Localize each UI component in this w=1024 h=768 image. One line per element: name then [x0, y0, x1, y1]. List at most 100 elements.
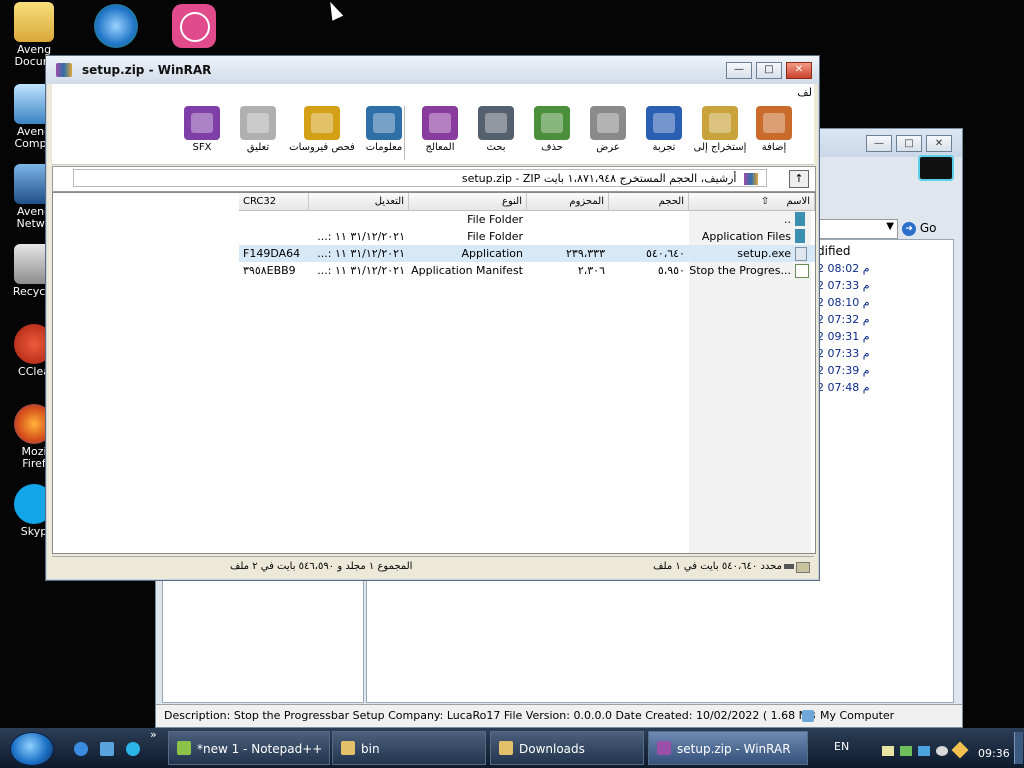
toolbar-info-button[interactable]: معلومات	[356, 106, 412, 160]
chevron-down-icon: ▼	[886, 221, 894, 232]
mouse-cursor	[324, 0, 344, 21]
toolbar-virusscan-button[interactable]: فحص فيروسات	[286, 106, 358, 160]
tray-network-icon[interactable]	[882, 746, 894, 756]
toolbar-delete-button[interactable]: حذف	[524, 106, 580, 160]
quick-launch-desktop-icon[interactable]	[100, 742, 114, 756]
column-header-name[interactable]: ⇧ الاسم	[689, 193, 815, 211]
tray-sync-icon[interactable]	[900, 746, 912, 756]
status-selected: محدد ٥٤٠،٦٤٠ بايت في ١ ملف	[653, 561, 782, 572]
quick-launch-app-icon[interactable]	[126, 742, 140, 756]
table-row[interactable]: ٣٩٥٨EBB9 ...: ٣١/١٢/٢٠٢١ ١١ Application …	[53, 262, 815, 279]
folder-icon	[499, 741, 513, 755]
folder-icon	[795, 212, 805, 226]
status-total: المجموع ١ مجلد و ٥٤٦،٥٩٠ بايت في ٢ ملف	[230, 561, 413, 572]
toolbar-label: حذف	[541, 142, 563, 153]
tray-wand-icon[interactable]	[951, 741, 969, 759]
extract-to-icon	[702, 106, 738, 140]
test-icon	[646, 106, 682, 140]
desktop-icon-dribbble[interactable]	[172, 4, 216, 48]
task-label: *new 1 - Notepad++	[197, 742, 323, 756]
archive-icon	[744, 173, 758, 185]
folder-icon	[795, 229, 805, 243]
cell-modified: ...: ٣١/١٢/٢٠٢١ ١١	[317, 264, 405, 277]
cell-type: Application	[461, 247, 523, 260]
toolbar-label: بحث	[486, 142, 506, 153]
time-cell: 2 07:33 م	[817, 279, 870, 292]
language-indicator[interactable]: EN	[834, 740, 849, 753]
maximize-button[interactable]: □	[896, 135, 922, 152]
table-row[interactable]: File Folder ..	[53, 211, 815, 228]
column-header-crc[interactable]: CRC32	[239, 193, 309, 211]
cell-type: Application Manifest	[411, 264, 523, 277]
cell-type: File Folder	[467, 230, 523, 243]
toolbar-wizard-button[interactable]: المعالج	[412, 106, 468, 160]
task-notepad[interactable]: *new 1 - Notepad++	[168, 731, 330, 765]
toolbar-add-button[interactable]: إضافة	[746, 106, 802, 160]
table-row[interactable]: ...: ٣١/١٢/٢٠٢١ ١١ File Folder Applicati…	[53, 228, 815, 245]
computer-icon	[802, 710, 814, 722]
task-bin[interactable]: bin	[332, 731, 486, 765]
minimize-button[interactable]: —	[726, 62, 752, 79]
toolbar-find-button[interactable]: بحث	[468, 106, 524, 160]
table-row[interactable]: F149DA64 ...: ٣١/١٢/٢٠٢١ ١١ Application …	[239, 245, 815, 262]
close-button[interactable]: ✕	[786, 62, 812, 79]
time-cell: 2 07:39 م	[817, 364, 870, 377]
winrar-window[interactable]: setup.zip - WinRAR — □ ✕ لف إضافة إستخرا…	[45, 55, 820, 581]
tray-app-icon[interactable]	[918, 746, 930, 756]
winrar-titlebar[interactable]: setup.zip - WinRAR — □ ✕	[46, 56, 819, 84]
minimize-button[interactable]: —	[866, 135, 892, 152]
file-list[interactable]: CRC32 التعديل النوع المحزوم الحجم ⇧ الاس…	[52, 192, 816, 554]
toolbar-label: فحص فيروسات	[289, 142, 355, 153]
quick-launch-overflow-icon[interactable]: »	[150, 728, 157, 741]
go-button[interactable]: ➜ Go	[902, 219, 952, 237]
time-cell: 2 08:10 م	[817, 296, 870, 309]
address-bar[interactable]: setup.zip - ZIP أرشيف، الحجم المستخرج ١،…	[52, 166, 816, 192]
toolbar-view-button[interactable]: عرض	[580, 106, 636, 160]
cell-name: Application Files	[701, 230, 791, 243]
quick-launch-ie-icon[interactable]	[74, 742, 88, 756]
menu-item-file[interactable]: لف	[797, 86, 812, 99]
toolbar-label: المعالج	[425, 142, 455, 153]
sfx-icon	[184, 106, 220, 140]
time-cell: 2 07:48 م	[817, 381, 870, 394]
column-header-type[interactable]: النوع	[409, 193, 527, 211]
explorer-logo-icon	[918, 155, 954, 181]
column-header-modified[interactable]: dified	[817, 244, 851, 258]
cell-crc: ٣٩٥٨EBB9	[243, 264, 296, 277]
archive-path-field[interactable]: setup.zip - ZIP أرشيف، الحجم المستخرج ١،…	[73, 169, 767, 187]
task-label: Downloads	[519, 742, 585, 756]
cell-size: ٥٤٠،٦٤٠	[646, 247, 685, 260]
menu-bar[interactable]: لف	[52, 84, 814, 102]
winrar-icon	[56, 63, 72, 77]
winrar-status-bar: المجموع ١ مجلد و ٥٤٦،٥٩٠ بايت في ٢ ملف م…	[52, 556, 814, 577]
exe-file-icon	[795, 247, 807, 261]
toolbar-label: إستخراج إلى	[693, 142, 747, 153]
maximize-button[interactable]: □	[756, 62, 782, 79]
task-downloads[interactable]: Downloads	[490, 731, 644, 765]
toolbar-test-button[interactable]: تجربة	[636, 106, 692, 160]
cell-packed: ٢،٣٠٦	[577, 264, 605, 277]
close-button[interactable]: ✕	[926, 135, 952, 152]
key-icon	[784, 564, 794, 569]
toolbar-label: معلومات	[365, 142, 403, 153]
explorer-status-bar: Description: Stop the Progressbar Setup …	[156, 704, 962, 727]
up-folder-button[interactable]: ↑	[789, 170, 809, 188]
tray-disk-icon[interactable]	[936, 746, 948, 756]
toolbar-comment-button[interactable]: تعليق	[230, 106, 286, 160]
desktop-icon-idm[interactable]	[94, 4, 138, 48]
start-button[interactable]	[10, 732, 54, 766]
time-cell: 2 07:32 م	[817, 313, 870, 326]
status-description: Description: Stop the Progressbar Setup …	[164, 709, 816, 722]
toolbar-extract-button[interactable]: إستخراج إلى	[692, 106, 748, 160]
task-winrar[interactable]: setup.zip - WinRAR	[648, 731, 808, 765]
info-icon	[366, 106, 402, 140]
time-cell: 2 07:33 م	[817, 347, 870, 360]
explorer-address-dropdown[interactable]: ▼	[816, 219, 898, 239]
column-header-modified[interactable]: التعديل	[309, 193, 409, 211]
time-cell: 2 08:02 م	[817, 262, 870, 275]
show-desktop-button[interactable]	[1014, 732, 1023, 764]
column-header-packed[interactable]: المحزوم	[527, 193, 609, 211]
window-title: setup.zip - WinRAR	[82, 63, 212, 77]
toolbar-sfx-button[interactable]: SFX	[174, 106, 230, 160]
column-header-size[interactable]: الحجم	[609, 193, 689, 211]
